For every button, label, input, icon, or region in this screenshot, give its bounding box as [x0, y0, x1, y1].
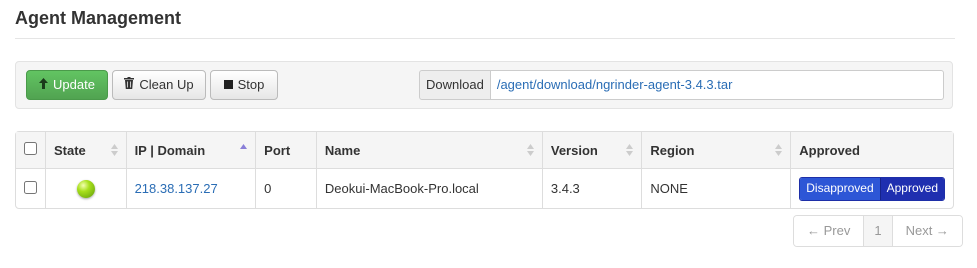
column-approved: Approved — [790, 132, 953, 169]
download-label: Download — [419, 70, 491, 100]
approval-toggle: Disapproved Approved — [799, 176, 945, 201]
sort-icon — [110, 143, 118, 157]
column-version-label: Version — [550, 142, 598, 158]
row-select-cell — [16, 169, 45, 208]
disapproved-button[interactable]: Disapproved — [800, 177, 880, 200]
sort-icon — [775, 143, 783, 157]
column-state[interactable]: State — [45, 132, 126, 169]
name-cell: Deokui-MacBook-Pro.local — [315, 169, 542, 208]
table-row: 218.38.137.27 0 Deokui-MacBook-Pro.local… — [16, 169, 953, 208]
table-header-row: State IP | Domain Port Name Version Regi… — [16, 132, 953, 169]
toolbar: Update Clean Up Stop Download /agent/dow… — [15, 61, 953, 109]
stop-label: Stop — [237, 77, 265, 92]
state-cell — [45, 169, 126, 208]
sort-icon — [526, 143, 534, 157]
sort-ascending-icon — [240, 143, 248, 157]
port-cell: 0 — [255, 169, 316, 208]
update-button[interactable]: Update — [26, 70, 108, 100]
approved-button[interactable]: Approved — [879, 177, 944, 200]
download-group: Download /agent/download/ngrinder-agent-… — [419, 70, 944, 100]
column-port-label: Port — [264, 142, 291, 158]
clean-up-button[interactable]: Clean Up — [112, 70, 206, 100]
approved-cell: Disapproved Approved — [790, 169, 953, 208]
ip-cell: 218.38.137.27 — [125, 169, 256, 208]
column-region-label: Region — [650, 142, 695, 158]
row-checkbox[interactable] — [24, 180, 37, 194]
ip-link[interactable]: 218.38.137.27 — [135, 181, 218, 196]
clean-up-label: Clean Up — [139, 77, 194, 92]
sort-icon — [626, 143, 634, 157]
agent-table: State IP | Domain Port Name Version Regi… — [15, 131, 954, 209]
next-page-button[interactable]: Next → — [891, 216, 962, 246]
select-all-cell — [16, 132, 45, 169]
title-divider — [15, 38, 955, 39]
page-number[interactable]: 1 — [863, 216, 892, 246]
update-label: Update — [53, 77, 95, 92]
column-ip-domain-label: IP | Domain — [134, 142, 206, 158]
column-region[interactable]: Region — [641, 132, 791, 169]
column-approved-label: Approved — [799, 142, 860, 158]
column-ip-domain[interactable]: IP | Domain — [125, 132, 256, 169]
column-port: Port — [255, 132, 316, 169]
stop-icon — [223, 71, 233, 99]
version-cell: 3.4.3 — [541, 169, 642, 208]
stop-button[interactable]: Stop — [210, 70, 278, 100]
state-ready-icon — [76, 179, 95, 198]
page-title: Agent Management — [15, 8, 182, 28]
pagination: ← Prev 1 Next → — [793, 215, 963, 247]
column-name-label: Name — [324, 142, 361, 158]
prev-page-button[interactable]: ← Prev — [794, 216, 864, 246]
arrow-up-icon — [39, 71, 49, 99]
column-state-label: State — [54, 142, 86, 158]
trash-icon — [124, 71, 135, 99]
select-all-checkbox[interactable] — [24, 142, 37, 155]
column-name[interactable]: Name — [315, 132, 542, 169]
download-link[interactable]: /agent/download/ngrinder-agent-3.4.3.tar — [490, 70, 944, 100]
column-version[interactable]: Version — [541, 132, 642, 169]
region-cell: NONE — [641, 169, 790, 208]
